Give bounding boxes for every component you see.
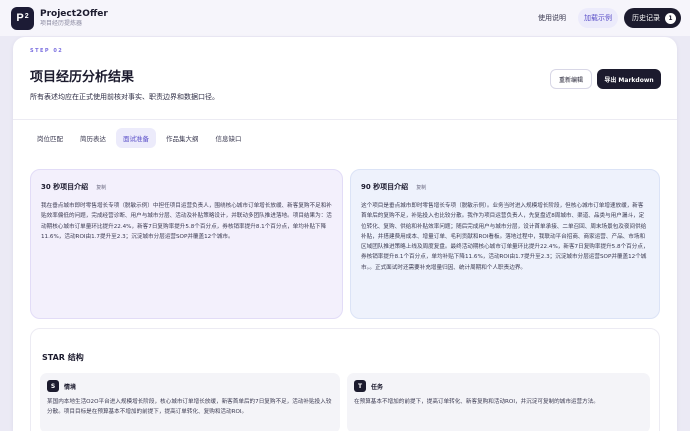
history-count-badge: 1 (665, 12, 676, 24)
situation-icon: S (47, 380, 59, 392)
star-situation-card: S 情境 某国内本地生活O2O平台进入规模增长阶段，核心城市订单增长放缓，新客首… (40, 373, 340, 431)
app-logo: P2 (11, 6, 34, 30)
intro-90s-card: 90 秒项目介绍 复制 这个项目是垂点城市即时零售增长专项（脱敏示例）。业务当时… (350, 169, 660, 319)
result-tabs: 岗位匹配 简历表达 面试准备 作品集大纲 信息缺口 (30, 128, 249, 148)
step-label: STEP 02 (30, 48, 64, 54)
export-markdown-button[interactable]: 导出 Markdown (597, 69, 661, 89)
task-text: 在预算基本不增加的前提下，提高订单转化、新客复购和活动ROI，并沉淀可复制的城市… (354, 399, 599, 405)
intro-30s-card: 30 秒项目介绍 复制 我在垂点城市即时零售增长专项（脱敏示例）中担任项目运营负… (30, 169, 343, 319)
tab-interview-prep[interactable]: 面试准备 (116, 128, 156, 148)
history-button[interactable]: 历史记录 1 (624, 8, 681, 28)
page-title: 项目经历分析结果 (30, 70, 135, 85)
brand: Project2Offer 项目经历提炼器 (40, 9, 108, 28)
app-name: Project2Offer (40, 8, 108, 19)
intro-30s-title: 30 秒项目介绍 (41, 183, 89, 191)
copy-30s-button[interactable]: 复制 (96, 184, 106, 191)
intro-30s-text: 我在垂点城市即时零售增长专项（脱敏示例）中担任项目运营负责人，围绕核心城市订单增… (41, 203, 332, 240)
intro-90s-title: 90 秒项目介绍 (361, 183, 409, 191)
top-nav: 使用说明 加载示例 历史记录 1 (532, 8, 681, 28)
star-title: STAR 结构 (42, 353, 84, 362)
divider (13, 119, 677, 120)
situation-text: 某国内本地生活O2O平台进入规模增长阶段，核心城市订单增长放缓，新客首单后的7日… (47, 399, 332, 415)
result-panel: STEP 02 项目经历分析结果 所有表述均应在正式使用前核对事实、职责边界和数… (13, 37, 677, 431)
intro-90s-text: 这个项目是垂点城市即时零售增长专项（脱敏示例）。业务当时进入规模增长阶段，但核心… (361, 203, 649, 271)
tab-job-match[interactable]: 岗位匹配 (30, 128, 70, 148)
task-label: 任务 (371, 383, 384, 391)
copy-90s-button[interactable]: 复制 (416, 184, 426, 191)
load-example-button[interactable]: 加载示例 (578, 8, 618, 28)
star-task-card: T 任务 在预算基本不增加的前提下，提高订单转化、新客复购和活动ROI，并沉淀可… (347, 373, 650, 431)
app-tagline: 项目经历提炼器 (40, 19, 83, 27)
top-bar: P2 Project2Offer 项目经历提炼器 使用说明 加载示例 历史记录 … (0, 0, 690, 36)
tab-info-gaps[interactable]: 信息缺口 (209, 128, 249, 148)
tab-portfolio-outline[interactable]: 作品集大纲 (159, 128, 206, 148)
task-icon: T (354, 380, 366, 392)
tab-resume[interactable]: 简历表达 (73, 128, 113, 148)
reedit-button[interactable]: 重新编辑 (550, 69, 592, 89)
help-button[interactable]: 使用说明 (532, 8, 572, 28)
situation-label: 情境 (64, 383, 77, 391)
star-section: STAR 结构 S 情境 某国内本地生活O2O平台进入规模增长阶段，核心城市订单… (30, 328, 660, 431)
page-subtitle: 所有表述均应在正式使用前核对事实、职责边界和数据口径。 (30, 93, 219, 101)
history-label: 历史记录 (632, 14, 660, 22)
